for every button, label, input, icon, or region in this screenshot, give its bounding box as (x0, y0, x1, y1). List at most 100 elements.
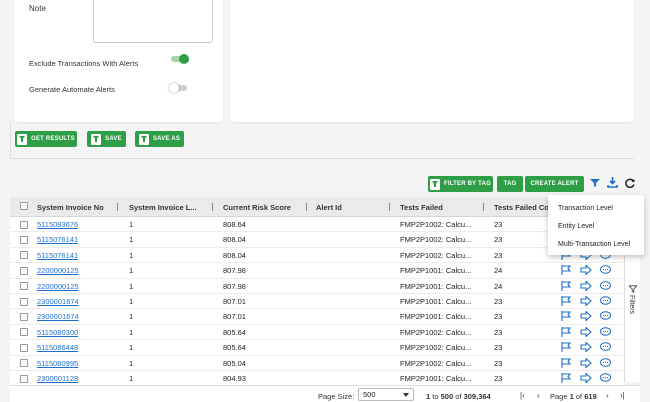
comment-icon[interactable] (600, 357, 611, 368)
invoice-link[interactable]: 5115080995 (37, 359, 78, 368)
flag-icon[interactable] (561, 296, 572, 306)
column-resizer[interactable] (389, 203, 390, 211)
row-checkbox[interactable] (20, 297, 28, 306)
flag-icon[interactable] (561, 265, 572, 276)
row-checkbox[interactable] (20, 282, 28, 291)
table-cell: 23 (494, 297, 503, 306)
invoice-link[interactable]: 5115076141 (37, 235, 78, 244)
invoice-link[interactable]: 2300001674 (37, 297, 79, 306)
filter-icon (138, 133, 149, 145)
note-textarea[interactable] (93, 0, 213, 43)
comment-icon[interactable] (600, 280, 611, 291)
row-checkbox[interactable] (20, 235, 28, 244)
invoice-link[interactable]: 2300001674 (37, 312, 79, 321)
menu-item-entity-level[interactable]: Entity Level (558, 223, 594, 230)
invoice-link[interactable]: 5115083676 (37, 220, 78, 229)
filter-icon[interactable] (590, 178, 600, 188)
refresh-icon[interactable] (625, 178, 635, 188)
row-checkbox[interactable] (20, 251, 28, 260)
save-as-button[interactable]: SAVE AS (135, 131, 184, 147)
get-results-button[interactable]: GET RESULTS (15, 131, 77, 147)
invoice-link[interactable]: 2200000125 (37, 282, 79, 291)
column-header[interactable]: System Invoice L... (129, 203, 197, 212)
last-page-button[interactable]: ›| (620, 391, 625, 400)
table-row[interactable]: 5115076141 1 808.04 FMP2P1002: Calcu... 23 (10, 247, 550, 264)
menu-item-transaction-level[interactable]: Transaction Level (558, 205, 613, 212)
prev-page-button[interactable]: ‹ (537, 391, 540, 400)
invoice-link[interactable]: 5115076141 (37, 251, 78, 260)
row-checkbox[interactable] (20, 359, 28, 368)
tag-button[interactable]: TAG (497, 176, 523, 192)
arrow-right-icon[interactable] (580, 280, 592, 291)
alert-level-menu: Transaction Level Entity Level Multi-Tra… (548, 195, 644, 255)
create-alert-button[interactable]: CREATE ALERT (525, 176, 584, 192)
table-row[interactable]: 5115086448 1 805.64 FMP2P1002: Calcu... 23 (10, 340, 550, 356)
comment-icon[interactable] (600, 373, 611, 383)
flag-icon[interactable] (561, 342, 572, 353)
comment-icon[interactable] (600, 342, 611, 352)
menu-item-multi-transaction-level[interactable]: Multi-Transaction Level (558, 241, 630, 248)
column-resizer[interactable] (117, 203, 118, 211)
arrow-right-icon[interactable] (580, 265, 592, 276)
row-checkbox[interactable] (20, 328, 28, 337)
table-row[interactable]: 5115083676 1 808.64 FMP2P1002: Calcu... 23 (10, 217, 550, 233)
comment-icon[interactable] (600, 265, 611, 275)
column-header[interactable]: Tests Failed (400, 203, 443, 212)
table-row[interactable]: 2300001674 1 807.01 FMP2P1001: Calcu... 23 (10, 294, 550, 310)
page-size-select[interactable]: 500 (358, 388, 414, 401)
column-header[interactable]: System Invoice No (37, 203, 104, 212)
arrow-right-icon[interactable] (580, 311, 592, 322)
page-word: Page (550, 392, 568, 401)
column-resizer[interactable] (212, 203, 213, 211)
arrow-right-icon[interactable] (580, 342, 592, 353)
arrow-right-icon[interactable] (580, 326, 592, 337)
arrow-right-icon[interactable] (580, 296, 592, 306)
row-checkbox[interactable] (20, 266, 28, 275)
column-resizer[interactable] (483, 203, 484, 211)
column-header[interactable]: Alert Id (316, 203, 342, 212)
row-checkbox[interactable] (20, 343, 28, 352)
first-page-button[interactable]: |‹ (520, 391, 525, 400)
table-cell: 23 (494, 327, 503, 337)
select-all-checkbox[interactable] (20, 202, 28, 210)
flag-icon[interactable] (561, 326, 572, 337)
arrow-right-icon[interactable] (580, 357, 592, 368)
arrow-right-icon[interactable] (580, 373, 592, 383)
invoice-link[interactable]: 5115086448 (37, 343, 78, 352)
column-header[interactable]: Tests Failed Co (494, 203, 549, 212)
table-row[interactable]: 5115076141 1 808.04 FMP2P1002: Calcu... 23 (10, 232, 550, 248)
comment-icon[interactable] (600, 326, 611, 337)
filter-by-tag-button[interactable]: FILTER BY TAG (428, 176, 493, 192)
row-checkbox[interactable] (20, 220, 28, 229)
table-row[interactable]: 5115080995 1 805.04 FMP2P1002: Calcu... 23 (10, 355, 550, 371)
table-cell: 808.04 (223, 235, 246, 245)
flag-icon[interactable] (561, 357, 572, 368)
row-actions (550, 309, 624, 325)
invoice-link[interactable]: 2200000125 (37, 266, 79, 275)
invoice-link[interactable]: 5115080300 (37, 328, 78, 337)
note-label: Note (29, 4, 46, 13)
exclude-transactions-toggle[interactable] (171, 54, 189, 64)
table-cell: 1 (129, 235, 134, 245)
comment-icon[interactable] (600, 311, 611, 321)
row-checkbox[interactable] (20, 374, 28, 383)
invoice-link[interactable]: 2300001128 (37, 374, 78, 383)
next-page-button[interactable]: › (606, 391, 609, 400)
column-header[interactable]: Current Risk Score (223, 203, 291, 212)
table-row[interactable]: 2200000125 1 807.98 FMP2P1001: Calcu... 24 (10, 278, 550, 294)
download-icon[interactable] (607, 177, 618, 188)
flag-icon[interactable] (561, 373, 572, 383)
table-cell: 1 (129, 281, 134, 291)
flag-icon[interactable] (561, 280, 572, 291)
comment-icon[interactable] (600, 296, 611, 306)
table-row[interactable]: 5115080300 1 805.64 FMP2P1002: Calcu... 23 (10, 324, 550, 341)
table-cell: FMP2P1001: Calcu... (400, 266, 472, 276)
column-resizer[interactable] (306, 203, 307, 211)
table-cell: 1 (129, 220, 134, 229)
row-checkbox[interactable] (20, 312, 28, 321)
flag-icon[interactable] (561, 311, 572, 322)
table-row[interactable]: 2300001674 1 807.01 FMP2P1001: Calcu... 23 (10, 309, 550, 325)
table-row[interactable]: 2200000125 1 807.98 FMP2P1001: Calcu... 24 (10, 263, 550, 279)
generate-alerts-toggle[interactable] (169, 83, 187, 93)
save-button[interactable]: SAVE (87, 131, 126, 147)
